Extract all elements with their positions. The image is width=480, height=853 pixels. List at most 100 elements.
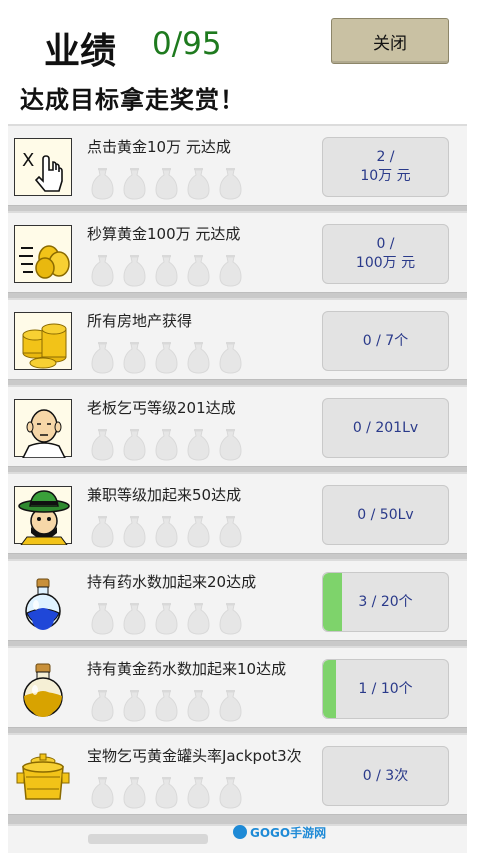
reward-bag-icon (122, 688, 147, 722)
status-line: 0 / 7个 (362, 332, 409, 349)
watermark-logo-icon (233, 825, 247, 839)
reward-bag-icon (90, 166, 115, 200)
reward-bag-icon (218, 340, 243, 374)
achievement-item: 秒算黄金100万 元达成 0 / 100万 元 (8, 211, 467, 293)
progress-fill (323, 573, 342, 631)
status-line: 0 / 50Lv (357, 506, 414, 523)
reward-bag-icon (90, 601, 115, 635)
progress-fill (323, 660, 336, 718)
reward-bag-icon (186, 427, 211, 461)
achievement-item: 兼职等级加起来50达成 0 / 50Lv (8, 472, 467, 554)
status-line: 100万 元 (355, 255, 416, 271)
reward-bag-icon (186, 253, 211, 287)
reward-bag-icon (122, 427, 147, 461)
reward-bag-icon (186, 166, 211, 200)
status-line: 2 / (376, 149, 395, 166)
blue-potion-icon (14, 573, 72, 631)
reward-bag-icon (186, 688, 211, 722)
svg-text:X: X (22, 150, 34, 171)
achievement-name: 点击黄金10万 元达成 (87, 138, 231, 156)
reward-bag-icon (122, 775, 147, 809)
reward-bag-icon (218, 601, 243, 635)
reward-bag-icon (122, 514, 147, 548)
achievement-name: 持有黄金药水数加起来10达成 (87, 660, 287, 678)
status-line: 0 / 201Lv (352, 419, 419, 436)
achievement-name: 老板乞丐等级201达成 (87, 399, 236, 417)
tap-finger-icon: X (14, 138, 72, 196)
reward-bags (90, 166, 243, 202)
reward-bag-icon (122, 253, 147, 287)
achievement-item: 老板乞丐等级201达成 0 / 201Lv (8, 385, 467, 467)
reward-bags (90, 253, 243, 289)
reward-bag-icon (154, 514, 179, 548)
reward-bag-icon (122, 340, 147, 374)
bald-beggar-icon (14, 399, 72, 459)
reward-bag-icon (186, 514, 211, 548)
gold-coin-stack-icon (14, 312, 72, 370)
achievement-status[interactable]: 1 / 10个 (322, 659, 449, 719)
reward-bags (90, 601, 243, 637)
reward-bags (90, 340, 243, 376)
reward-bag-icon (154, 166, 179, 200)
achievement-status[interactable]: 0 / 201Lv (322, 398, 449, 458)
reward-bags (90, 688, 243, 724)
status-line: 1 / 10个 (358, 680, 413, 697)
status-line: 0 / 3次 (362, 767, 409, 784)
reward-bag-icon (154, 601, 179, 635)
achievement-status[interactable]: 0 / 50Lv (322, 485, 449, 545)
achievement-list[interactable]: X 点击黄金10万 元达成 2 / 10万 元 秒算黄金100万 元达成 0 / … (8, 124, 467, 853)
achievement-name: 持有药水数加起来20达成 (87, 573, 257, 591)
achievement-count: 0/95 (152, 26, 222, 62)
achievement-item: 宝物乞丐黄金罐头率Jackpot3次 0 / 3次 (8, 733, 467, 815)
reward-bag-icon (90, 688, 115, 722)
achievement-name: 宝物乞丐黄金罐头率Jackpot3次 (87, 747, 302, 765)
watermark: GOGO手游网 (233, 822, 343, 842)
green-hat-man-icon (14, 486, 72, 546)
achievement-status[interactable]: 0 / 7个 (322, 311, 449, 371)
achievement-item: 持有药水数加起来20达成 3 / 20个 (8, 559, 467, 641)
gold-coins-speed-icon (14, 225, 72, 283)
reward-bag-icon (154, 253, 179, 287)
reward-bag-icon (90, 340, 115, 374)
achievement-status[interactable]: 2 / 10万 元 (322, 137, 449, 197)
status-line: 0 / (376, 236, 395, 253)
status-line: 3 / 20个 (358, 593, 413, 610)
reward-bags (90, 514, 243, 550)
golden-pot-icon (14, 747, 72, 805)
reward-bag-icon (154, 340, 179, 374)
reward-bag-icon (218, 688, 243, 722)
reward-bag-icon (122, 166, 147, 200)
close-button[interactable]: 关闭 (331, 18, 449, 64)
achievement-name: 所有房地产获得 (87, 312, 193, 330)
reward-bag-icon (218, 427, 243, 461)
gold-potion-icon (14, 660, 72, 718)
page-title: 业绩 (44, 31, 117, 72)
reward-bag-icon (218, 166, 243, 200)
achievement-status[interactable]: 3 / 20个 (322, 572, 449, 632)
header: 业绩 0/95 关闭 达成目标拿走奖赏！ (0, 0, 480, 120)
reward-bag-icon (90, 253, 115, 287)
achievement-status[interactable]: 0 / 3次 (322, 746, 449, 806)
achievement-item: 所有房地产获得 0 / 7个 (8, 298, 467, 380)
reward-bag-icon (154, 427, 179, 461)
reward-bag-icon (218, 775, 243, 809)
achievement-name: 秒算黄金100万 元达成 (87, 225, 241, 243)
reward-bags (90, 775, 243, 811)
achievement-item: 持有黄金药水数加起来10达成 1 / 10个 (8, 646, 467, 728)
reward-bag-icon (218, 253, 243, 287)
reward-bag-icon (90, 775, 115, 809)
reward-bag-icon (186, 775, 211, 809)
watermark-text: GOGO手游网 (250, 825, 327, 840)
achievement-status[interactable]: 0 / 100万 元 (322, 224, 449, 284)
achievement-name: 兼职等级加起来50达成 (87, 486, 242, 504)
reward-bag-icon (186, 601, 211, 635)
achievement-item: X 点击黄金10万 元达成 2 / 10万 元 (8, 124, 467, 206)
reward-bag-icon (154, 688, 179, 722)
reward-bag-icon (218, 514, 243, 548)
status-line: 10万 元 (360, 168, 411, 184)
reward-bags (90, 427, 243, 463)
reward-bag-icon (122, 601, 147, 635)
reward-bag-icon (90, 514, 115, 548)
reward-bag-icon (90, 427, 115, 461)
reward-bag-icon (186, 340, 211, 374)
